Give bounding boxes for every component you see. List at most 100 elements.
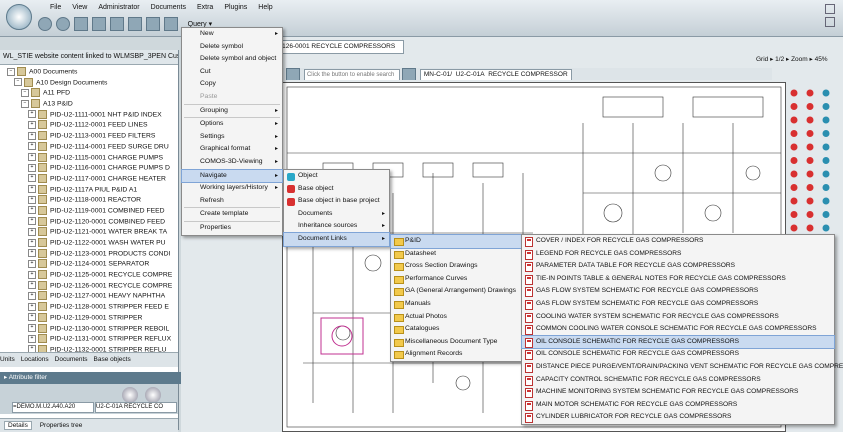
expand-icon[interactable]: −	[21, 88, 29, 97]
menu-item-0[interactable]: File	[50, 4, 61, 11]
palette-symbol-icon[interactable]	[806, 157, 814, 164]
expand-icon[interactable]: +	[28, 217, 36, 226]
palette-symbol-icon[interactable]	[790, 197, 798, 205]
expand-icon[interactable]: +	[28, 334, 36, 343]
menu-item[interactable]: Refresh	[182, 195, 282, 208]
tree-item[interactable]: + PID-U2-1112-0001 FEED LINES	[0, 120, 178, 131]
tree-item[interactable]: + PID-U2-1123-0001 PRODUCTS CONDI	[0, 248, 178, 260]
expand-icon[interactable]: −	[21, 99, 29, 108]
tab-0[interactable]: Units	[0, 356, 15, 363]
save-icon[interactable]	[73, 17, 88, 31]
menu-item[interactable]: Settings ▸	[182, 131, 282, 144]
menu-item[interactable]: GA (General Arrangement) Drawings	[391, 285, 521, 298]
palette-symbol-icon[interactable]	[790, 211, 798, 218]
menu-item[interactable]: Datasheet	[391, 248, 521, 261]
menu-item[interactable]: New ▸	[182, 28, 282, 41]
menu-item[interactable]: COMMON COOLING WATER CONSOLE SCHEMATIC F…	[522, 323, 834, 336]
tree-item[interactable]: + PID-U2-1124-0001 SEPARATOR	[0, 259, 178, 270]
palette-symbol-icon[interactable]	[806, 89, 814, 97]
palette-symbol-icon[interactable]	[806, 211, 814, 218]
expand-icon[interactable]: +	[28, 195, 36, 204]
tree-item[interactable]: + PID-U2-1119-0001 COMBINED FEED	[0, 205, 178, 217]
find-icon[interactable]	[127, 17, 142, 31]
menu-item-1[interactable]: View	[72, 4, 87, 11]
palette-symbol-icon[interactable]	[822, 211, 830, 218]
menu-item[interactable]: Graphical format ▸	[182, 143, 282, 156]
tab-details[interactable]: Details	[4, 421, 32, 430]
expand-icon[interactable]: +	[28, 131, 36, 140]
menu-item[interactable]: Cross Section Drawings	[391, 260, 521, 273]
palette-symbol-icon[interactable]	[806, 103, 814, 110]
palette-symbol-icon[interactable]	[790, 116, 798, 124]
menu-item[interactable]: Performance Curves	[391, 273, 521, 286]
expand-icon[interactable]: +	[28, 142, 36, 151]
tree-item[interactable]: + PID-U2-1131-0001 STRIPPER REFLUX	[0, 334, 178, 345]
menu-item[interactable]: Alignment Records	[391, 348, 521, 361]
tree-item[interactable]: − A10 Design Documents	[0, 77, 178, 89]
palette-symbol-icon[interactable]	[822, 103, 830, 110]
palette-symbol-icon[interactable]	[790, 170, 798, 178]
expand-icon[interactable]: +	[28, 291, 36, 300]
menu-item[interactable]: Base object in base project	[284, 195, 389, 208]
expand-icon[interactable]: +	[28, 302, 36, 311]
menu-item[interactable]: Delete symbol	[182, 41, 282, 54]
filter-clear-icon[interactable]	[145, 387, 161, 403]
palette-symbol-icon[interactable]	[790, 103, 798, 110]
expand-icon[interactable]: +	[28, 249, 36, 258]
print-icon[interactable]	[109, 17, 124, 31]
palette-symbol-icon[interactable]	[790, 184, 798, 191]
tab-properties-tree[interactable]: Properties tree	[40, 422, 83, 429]
menu-item[interactable]: P&ID	[390, 234, 522, 249]
expand-icon[interactable]: +	[28, 174, 36, 183]
menu-item[interactable]: DISTANCE PIECE PURGE/VENT/DRAIN/PACKING …	[522, 361, 843, 374]
palette-symbol-icon[interactable]	[822, 130, 830, 137]
palette-symbol-icon[interactable]	[822, 224, 830, 232]
menu-item-3[interactable]: Documents	[151, 4, 186, 11]
menu-item[interactable]: Paste	[182, 91, 282, 104]
menu-item[interactable]: Documents ▸	[284, 208, 389, 221]
expand-icon[interactable]: +	[28, 238, 36, 247]
tree-item[interactable]: + PID-U2-1117-0001 CHARGE HEATER	[0, 173, 178, 185]
tree-item[interactable]: + PID-U2-1115-0001 CHARGE PUMPS	[0, 152, 178, 164]
menu-item[interactable]: GAS FLOW SYSTEM SCHEMATIC FOR RECYCLE GA…	[522, 298, 834, 311]
document-tab[interactable]: 1126-0001 RECYCLE COMPRESSORS	[270, 40, 405, 54]
palette-symbol-icon[interactable]	[790, 130, 798, 137]
object-path[interactable]: MN-C-01/ U2-C-01A RECYCLE COMPRESSOR	[419, 69, 572, 80]
tree-item[interactable]: + PID-U2-1125-0001 RECYCLE COMPRE	[0, 270, 178, 281]
expand-icon[interactable]: +	[28, 153, 36, 161]
menu-item[interactable]: Catalogues	[391, 323, 521, 336]
expand-icon[interactable]: +	[28, 120, 36, 129]
expand-icon[interactable]: +	[28, 163, 36, 172]
palette-symbol-icon[interactable]	[790, 89, 798, 97]
expand-icon[interactable]: +	[28, 185, 36, 194]
palette-symbol-icon[interactable]	[790, 157, 798, 164]
menu-item[interactable]: Document Links ▸	[283, 232, 390, 247]
back-icon[interactable]	[38, 17, 52, 31]
menu-item[interactable]: Working layers/History ▸	[182, 182, 282, 195]
menu-item[interactable]: COMOS-3D-Viewing ▸	[182, 156, 282, 169]
menu-item[interactable]: Grouping ▸	[182, 105, 282, 118]
palette-symbol-icon[interactable]	[822, 170, 830, 178]
menu-item[interactable]: Options ▸	[182, 118, 282, 131]
menu-item[interactable]: MAIN MOTOR SCHEMATIC FOR RECYCLE GAS COM…	[522, 399, 834, 412]
attr-value-field[interactable]: =DEMO.M.U2.A40.A20	[12, 402, 94, 413]
menu-item[interactable]: Base object	[284, 183, 389, 196]
menu-item[interactable]: Inheritance sources ▸	[284, 220, 389, 233]
tree-item[interactable]: + PID-U2-1111-0001 NHT P&ID INDEX	[0, 109, 178, 121]
menu-item[interactable]: Miscellaneous Document Type	[391, 336, 521, 349]
tab-2[interactable]: Documents	[55, 356, 88, 363]
tab-3[interactable]: Base objects	[94, 356, 131, 363]
expand-icon[interactable]: +	[28, 259, 36, 268]
tree-item[interactable]: + PID-U2-1128-0001 STRIPPER FEED E	[0, 302, 178, 313]
palette-symbol-icon[interactable]	[790, 224, 798, 232]
palette-symbol-icon[interactable]	[822, 197, 830, 205]
expand-icon[interactable]: −	[14, 78, 22, 87]
menu-item[interactable]: Create template	[182, 208, 282, 221]
palette-symbol-icon[interactable]	[790, 143, 798, 151]
open-icon[interactable]	[91, 17, 106, 31]
menu-item[interactable]: Properties	[182, 222, 282, 235]
menu-item-4[interactable]: Extra	[197, 4, 213, 11]
expand-icon[interactable]: +	[28, 227, 36, 236]
tree-item[interactable]: + PID-U2-1127-0001 HEAVY NAPHTHA	[0, 291, 178, 302]
menu-item[interactable]: Delete symbol and object	[182, 53, 282, 66]
